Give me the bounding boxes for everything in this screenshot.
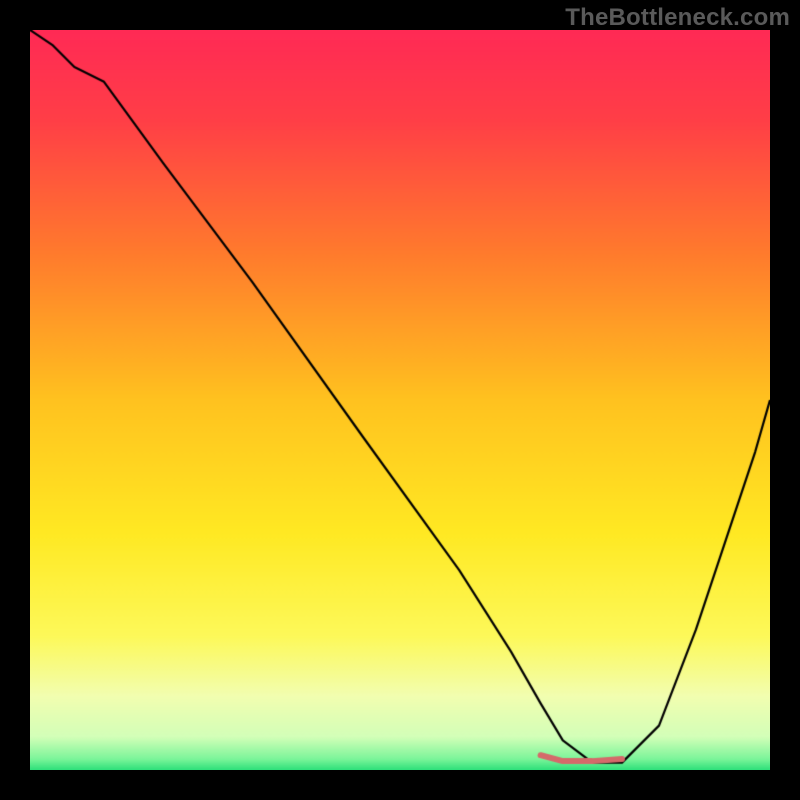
bottleneck-plot — [30, 30, 770, 770]
watermark-text: TheBottleneck.com — [565, 4, 790, 32]
chart-frame: TheBottleneck.com — [0, 0, 800, 800]
chart-canvas — [30, 30, 770, 770]
